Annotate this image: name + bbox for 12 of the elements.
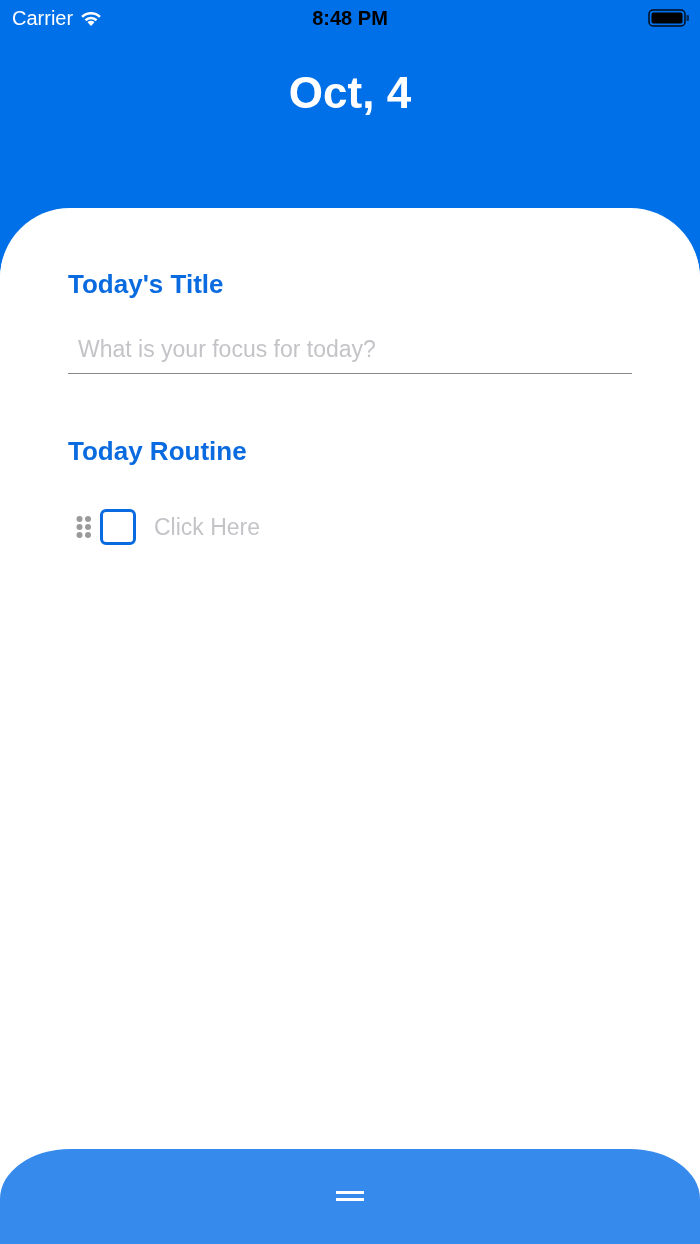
title-input-field[interactable]: What is your focus for today? [68, 330, 632, 374]
section-heading: Today Routine [68, 436, 248, 467]
checkbox[interactable] [100, 509, 136, 545]
bottom-sheet-bar[interactable] [0, 1149, 700, 1244]
drag-handle-icon[interactable] [76, 515, 92, 539]
date-title: Oct, 4 [288, 68, 412, 118]
menu-icon[interactable] [336, 1190, 364, 1202]
status-time: 8:48 PM [312, 6, 388, 30]
carrier-name: Carrier [12, 6, 74, 30]
routine-input-field[interactable]: Click Here [152, 512, 456, 542]
section-heading: Today's Title [68, 269, 225, 300]
battery-icon [648, 8, 690, 28]
